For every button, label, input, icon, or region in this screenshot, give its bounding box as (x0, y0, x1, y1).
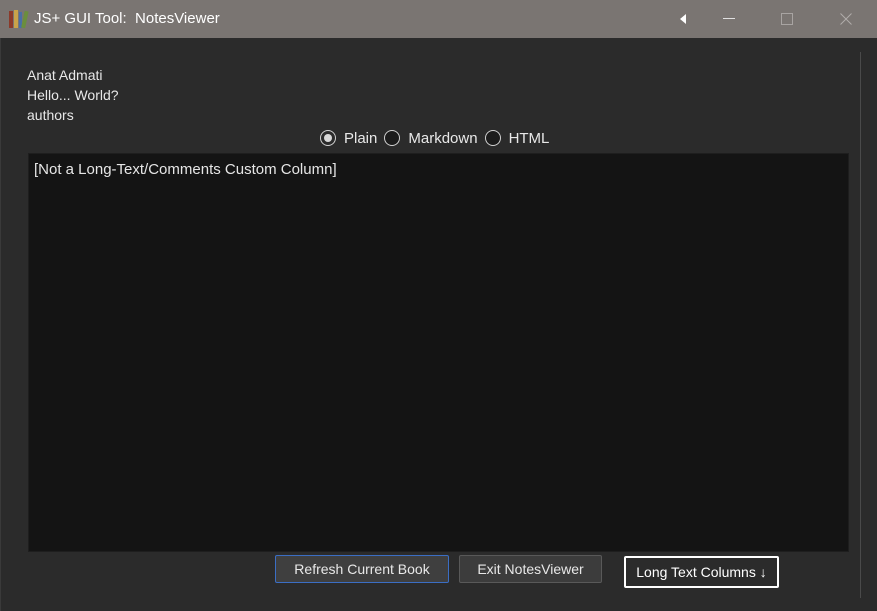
window-title: JS+ GUI Tool: NotesViewer (34, 10, 220, 27)
refresh-current-book-button[interactable]: Refresh Current Book (275, 555, 449, 583)
format-radio-group: Plain Markdown HTML (320, 128, 556, 148)
close-button[interactable] (823, 0, 869, 38)
info-column: authors (27, 107, 74, 123)
radio-plain-label[interactable]: Plain (344, 130, 377, 147)
books-icon (9, 10, 29, 29)
radio-html[interactable] (484, 130, 501, 146)
long-text-columns-button[interactable]: Long Text Columns ↓ (624, 556, 779, 588)
info-author: Anat Admati (27, 67, 103, 83)
info-title: Hello... World? (27, 87, 119, 103)
radio-markdown-label[interactable]: Markdown (408, 130, 477, 147)
notes-content: [Not a Long-Text/Comments Custom Column] (34, 161, 337, 178)
exit-notesviewer-button[interactable]: Exit NotesViewer (459, 555, 602, 583)
close-icon (840, 13, 852, 25)
radio-dot (324, 134, 332, 142)
vertical-scrollbar[interactable] (860, 52, 861, 598)
radio-plain[interactable] (320, 130, 336, 146)
title-bar: JS+ GUI Tool: NotesViewer (0, 0, 877, 38)
notes-text-area[interactable]: [Not a Long-Text/Comments Custom Column] (28, 153, 849, 552)
window-frame (0, 38, 1, 611)
maximize-button[interactable] (764, 0, 810, 38)
maximize-icon (781, 13, 793, 25)
back-button[interactable] (660, 0, 706, 38)
triangle-left-icon (680, 14, 686, 24)
radio-html-label[interactable]: HTML (509, 130, 550, 147)
minimize-icon (723, 18, 735, 19)
radio-markdown[interactable] (384, 130, 401, 146)
minimize-button[interactable] (706, 0, 752, 38)
